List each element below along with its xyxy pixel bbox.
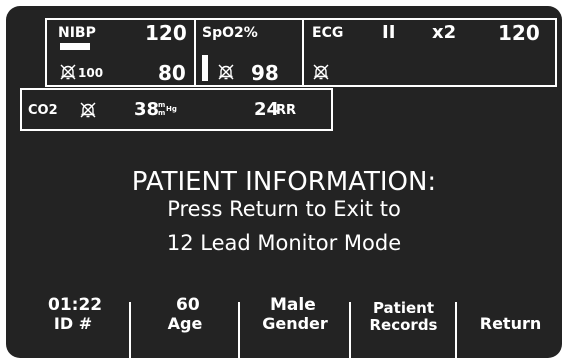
spo2-value: 98 xyxy=(251,61,279,85)
co2-label: CO2 xyxy=(28,103,58,118)
etco2-unit-side: Hg xyxy=(166,105,177,113)
patient-records-label-line-2: Records xyxy=(369,316,438,334)
id-softkey[interactable]: ID # xyxy=(18,316,128,332)
patient-records-label-line-1: Patient xyxy=(372,299,435,317)
alarm-off-icon xyxy=(217,63,235,81)
gender-softkey[interactable]: Gender xyxy=(242,316,348,332)
spo2-pleth-bar xyxy=(202,55,208,81)
alarm-off-icon xyxy=(79,101,97,119)
etco2-unit-bottom: m xyxy=(158,109,166,117)
message-title: PATIENT INFORMATION: xyxy=(131,167,437,197)
patient-age-value: 60 xyxy=(176,295,200,315)
patient-records-softkey[interactable]: Patient Records xyxy=(353,300,454,334)
nibp-systolic-value: 120 xyxy=(145,21,187,45)
softkey-divider xyxy=(129,302,131,358)
softkey-divider xyxy=(349,302,351,358)
spo2-ecg-divider xyxy=(302,18,304,87)
softkey-divider xyxy=(238,302,240,358)
return-softkey[interactable]: Return xyxy=(459,316,562,332)
spo2-label: SpO2% xyxy=(202,25,258,41)
message-line-1: Press Return to Exit to xyxy=(167,197,401,221)
ecg-gain: x2 xyxy=(432,22,457,43)
vitals-panel xyxy=(45,18,557,87)
age-softkey[interactable]: Age xyxy=(133,316,237,332)
patient-id-value: 01:22 xyxy=(48,295,103,315)
nibp-pressure-bar xyxy=(60,43,90,50)
nibp-diastolic-value: 80 xyxy=(158,61,186,85)
etco2-unit-top: m xyxy=(158,101,166,109)
patient-gender-value: Male xyxy=(270,295,316,315)
monitor-screen: NIBP 120 100 80 SpO2% 98 ECG II x2 120 C… xyxy=(6,6,562,358)
message-line-2: 12 Lead Monitor Mode xyxy=(166,231,402,255)
nibp-alarm-limit: 100 xyxy=(78,66,104,80)
etco2-value: 38 xyxy=(134,99,160,120)
ecg-heart-rate: 120 xyxy=(498,21,540,45)
alarm-off-icon xyxy=(312,63,330,81)
alarm-off-icon xyxy=(59,63,77,81)
resp-rate-unit: RR xyxy=(276,103,297,118)
ecg-label: ECG xyxy=(312,25,344,41)
ecg-lead: II xyxy=(382,22,396,43)
nibp-label: NIBP xyxy=(58,25,96,41)
softkey-divider xyxy=(455,302,457,358)
nibp-spo2-divider xyxy=(194,18,196,87)
